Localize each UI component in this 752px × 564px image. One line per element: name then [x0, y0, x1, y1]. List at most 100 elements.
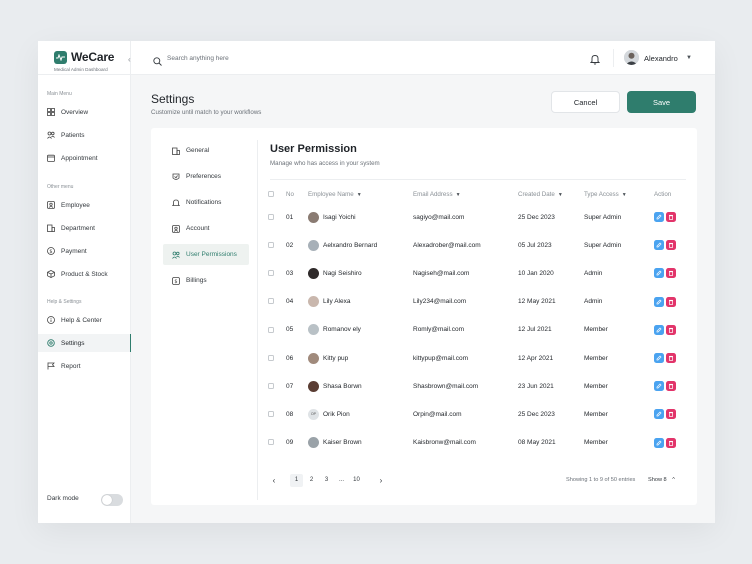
settings-nav-billings[interactable]: $ Billings [163, 270, 249, 291]
brand[interactable]: WeCare [54, 50, 114, 64]
edit-icon[interactable] [654, 268, 664, 279]
email-cell: kittypup@mail.com [413, 354, 469, 362]
settings-nav-notifications[interactable]: Notifications [163, 192, 249, 213]
section-label-help: Help & Settings [47, 299, 82, 305]
row-checkbox[interactable] [268, 411, 274, 418]
row-checkbox[interactable] [268, 213, 274, 220]
page-subtitle: Customize until match to your workflows [151, 109, 262, 116]
select-all-checkbox[interactable] [268, 190, 274, 197]
email-cell: sagiyo@mail.com [413, 213, 465, 221]
row-checkbox[interactable] [268, 242, 274, 249]
rows-per-page-label: Show 8 [648, 477, 667, 483]
app-window: WeCare Medical Admin Dashboard ‹ Main Me… [38, 41, 715, 523]
sidebar-item-label: Overview [61, 108, 89, 116]
row-checkbox[interactable] [268, 354, 274, 361]
edit-icon[interactable] [654, 240, 664, 251]
created-date-cell: 12 Apr 2021 [518, 354, 554, 362]
page-button-10[interactable]: 10 [350, 474, 363, 487]
delete-icon[interactable] [666, 353, 676, 364]
edit-icon[interactable] [654, 212, 664, 223]
employee-name: Romanov ely [323, 326, 361, 334]
id-card-icon [47, 201, 55, 209]
sidebar-item-department[interactable]: Department [38, 219, 131, 237]
user-name[interactable]: Alexandro [644, 54, 678, 63]
building-icon [47, 224, 55, 232]
edit-icon[interactable] [654, 437, 664, 448]
sidebar-item-employee[interactable]: Employee [38, 196, 131, 214]
employee-name: Isagi Yoichi [323, 213, 356, 221]
search-input[interactable] [167, 51, 367, 65]
delete-icon[interactable] [666, 240, 676, 251]
employee-cell: Aelxandro Bernard [308, 231, 413, 259]
sidebar-item-settings[interactable]: Settings [38, 334, 131, 352]
page-ellipsis: ... [338, 477, 344, 483]
prev-page-icon[interactable]: ‹ [268, 474, 280, 486]
row-checkbox[interactable] [268, 326, 274, 333]
row-actions [654, 437, 678, 448]
sidebar-item-report[interactable]: Report [38, 357, 131, 375]
edit-icon[interactable] [654, 324, 664, 335]
dark-mode-toggle[interactable] [101, 494, 123, 506]
column-header-employee[interactable]: Employee Name ▼ [308, 185, 413, 203]
sidebar-item-overview[interactable]: Overview [38, 103, 131, 121]
sidebar-item-payment[interactable]: $ Payment [38, 242, 131, 260]
delete-icon[interactable] [666, 437, 676, 448]
employee-cell: Shasa Borwn [308, 372, 413, 400]
rows-per-page-select[interactable]: Show 8 ^ [648, 477, 675, 483]
settings-nav-label: General [186, 147, 210, 154]
chevron-down-icon[interactable]: ▼ [686, 55, 692, 61]
delete-icon[interactable] [666, 324, 676, 335]
employee: Lily Alexa [308, 296, 413, 308]
page-button-2[interactable]: 2 [305, 474, 318, 487]
email-cell: Kaisbronw@mail.com [413, 439, 476, 447]
bell-icon[interactable] [589, 52, 601, 70]
divider [257, 140, 258, 500]
delete-icon[interactable] [666, 409, 676, 420]
grid-icon [47, 108, 55, 116]
sidebar-item-label: Payment [61, 247, 87, 255]
next-page-icon[interactable]: › [375, 474, 387, 486]
page-button-3[interactable]: 3 [320, 474, 333, 487]
delete-icon[interactable] [666, 268, 676, 279]
sidebar-item-help-center[interactable]: Help & Center [38, 311, 131, 329]
row-checkbox[interactable] [268, 270, 274, 277]
settings-nav-user-permissions[interactable]: User Permissions [163, 244, 249, 265]
column-header-created[interactable]: Created Date ▼ [518, 185, 584, 203]
created-date-cell: 10 Jan 2020 [518, 269, 554, 277]
edit-icon[interactable] [654, 409, 664, 420]
sidebar-item-patients[interactable]: Patients [38, 126, 131, 144]
edit-icon[interactable] [654, 381, 664, 392]
delete-icon[interactable] [666, 212, 676, 223]
sidebar-item-product-stock[interactable]: Product & Stock [38, 265, 131, 283]
edit-icon[interactable] [654, 296, 664, 307]
email-cell: Romly@mail.com [413, 326, 465, 334]
edit-icon[interactable] [654, 353, 664, 364]
row-number: 08 [286, 410, 294, 418]
svg-text:$: $ [174, 279, 177, 285]
column-header-email[interactable]: Email Address ▼ [413, 185, 518, 203]
row-checkbox[interactable] [268, 298, 274, 305]
settings-nav-account[interactable]: Account [163, 218, 249, 239]
save-button[interactable]: Save [627, 91, 696, 113]
sidebar-item-appointment[interactable]: Appointment [38, 149, 131, 167]
sidebar-item-label: Department [61, 224, 95, 232]
action-cell [654, 372, 688, 400]
settings-nav-preferences[interactable]: Preferences [163, 166, 249, 187]
settings-nav-general[interactable]: General [163, 140, 249, 161]
avatar[interactable] [624, 50, 639, 65]
calendar-icon [47, 154, 55, 162]
delete-icon[interactable] [666, 381, 676, 392]
column-header-type[interactable]: Type Access ▼ [584, 185, 654, 203]
page-button-1[interactable]: 1 [290, 473, 303, 487]
avatar [308, 380, 319, 392]
row-checkbox[interactable] [268, 383, 274, 389]
employee-cell: Lily Alexa [308, 288, 413, 316]
delete-icon[interactable] [666, 296, 676, 307]
employee: Romanov ely [308, 324, 413, 336]
row-select-cell [268, 372, 286, 400]
employee-cell: Nagi Seishiro [308, 259, 413, 287]
cancel-button[interactable]: Cancel [551, 91, 620, 113]
avatar [308, 352, 319, 364]
row-actions [654, 409, 678, 420]
row-checkbox[interactable] [268, 439, 274, 446]
